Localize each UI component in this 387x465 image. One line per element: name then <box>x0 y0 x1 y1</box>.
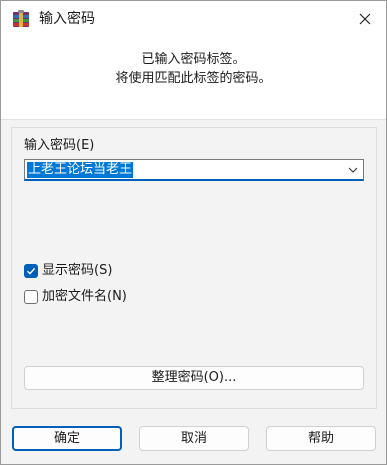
password-group: 输入密码(E) 上老王论坛当老王 显示密码(S) 加密文件名(N) 整理密码(O… <box>11 127 377 409</box>
encrypt-filenames-label: 加密文件名(N) <box>42 289 127 304</box>
header-panel: 已输入密码标签。 将使用匹配此标签的密码。 <box>1 37 386 120</box>
title-bar: 输入密码 <box>1 1 386 37</box>
checkmark-icon <box>27 267 36 275</box>
header-line-1: 已输入密码标签。 <box>141 52 246 67</box>
close-icon <box>359 13 371 25</box>
encrypt-filenames-checkbox[interactable]: 加密文件名(N) <box>24 288 127 306</box>
window-title: 输入密码 <box>39 11 95 27</box>
chevron-down-icon[interactable] <box>347 164 359 176</box>
checkbox-unchecked-icon[interactable] <box>24 290 38 304</box>
organize-passwords-button[interactable]: 整理密码(O)... <box>24 366 364 390</box>
help-button[interactable]: 帮助 <box>266 426 376 451</box>
winrar-icon <box>13 10 29 27</box>
checkbox-checked-icon[interactable] <box>24 264 38 278</box>
password-dialog: 输入密码 已输入密码标签。 将使用匹配此标签的密码。 输入密码(E) 上老王论坛… <box>0 0 387 465</box>
password-combobox[interactable]: 上老王论坛当老王 <box>24 159 364 181</box>
ok-button[interactable]: 确定 <box>12 426 122 451</box>
cancel-button[interactable]: 取消 <box>139 426 249 451</box>
show-password-checkbox[interactable]: 显示密码(S) <box>24 262 112 280</box>
show-password-label: 显示密码(S) <box>42 263 113 278</box>
password-input[interactable]: 上老王论坛当老王 <box>27 162 134 178</box>
close-button[interactable] <box>350 5 380 33</box>
header-line-2: 将使用匹配此标签的密码。 <box>115 71 272 86</box>
password-label: 输入密码(E) <box>24 138 95 153</box>
